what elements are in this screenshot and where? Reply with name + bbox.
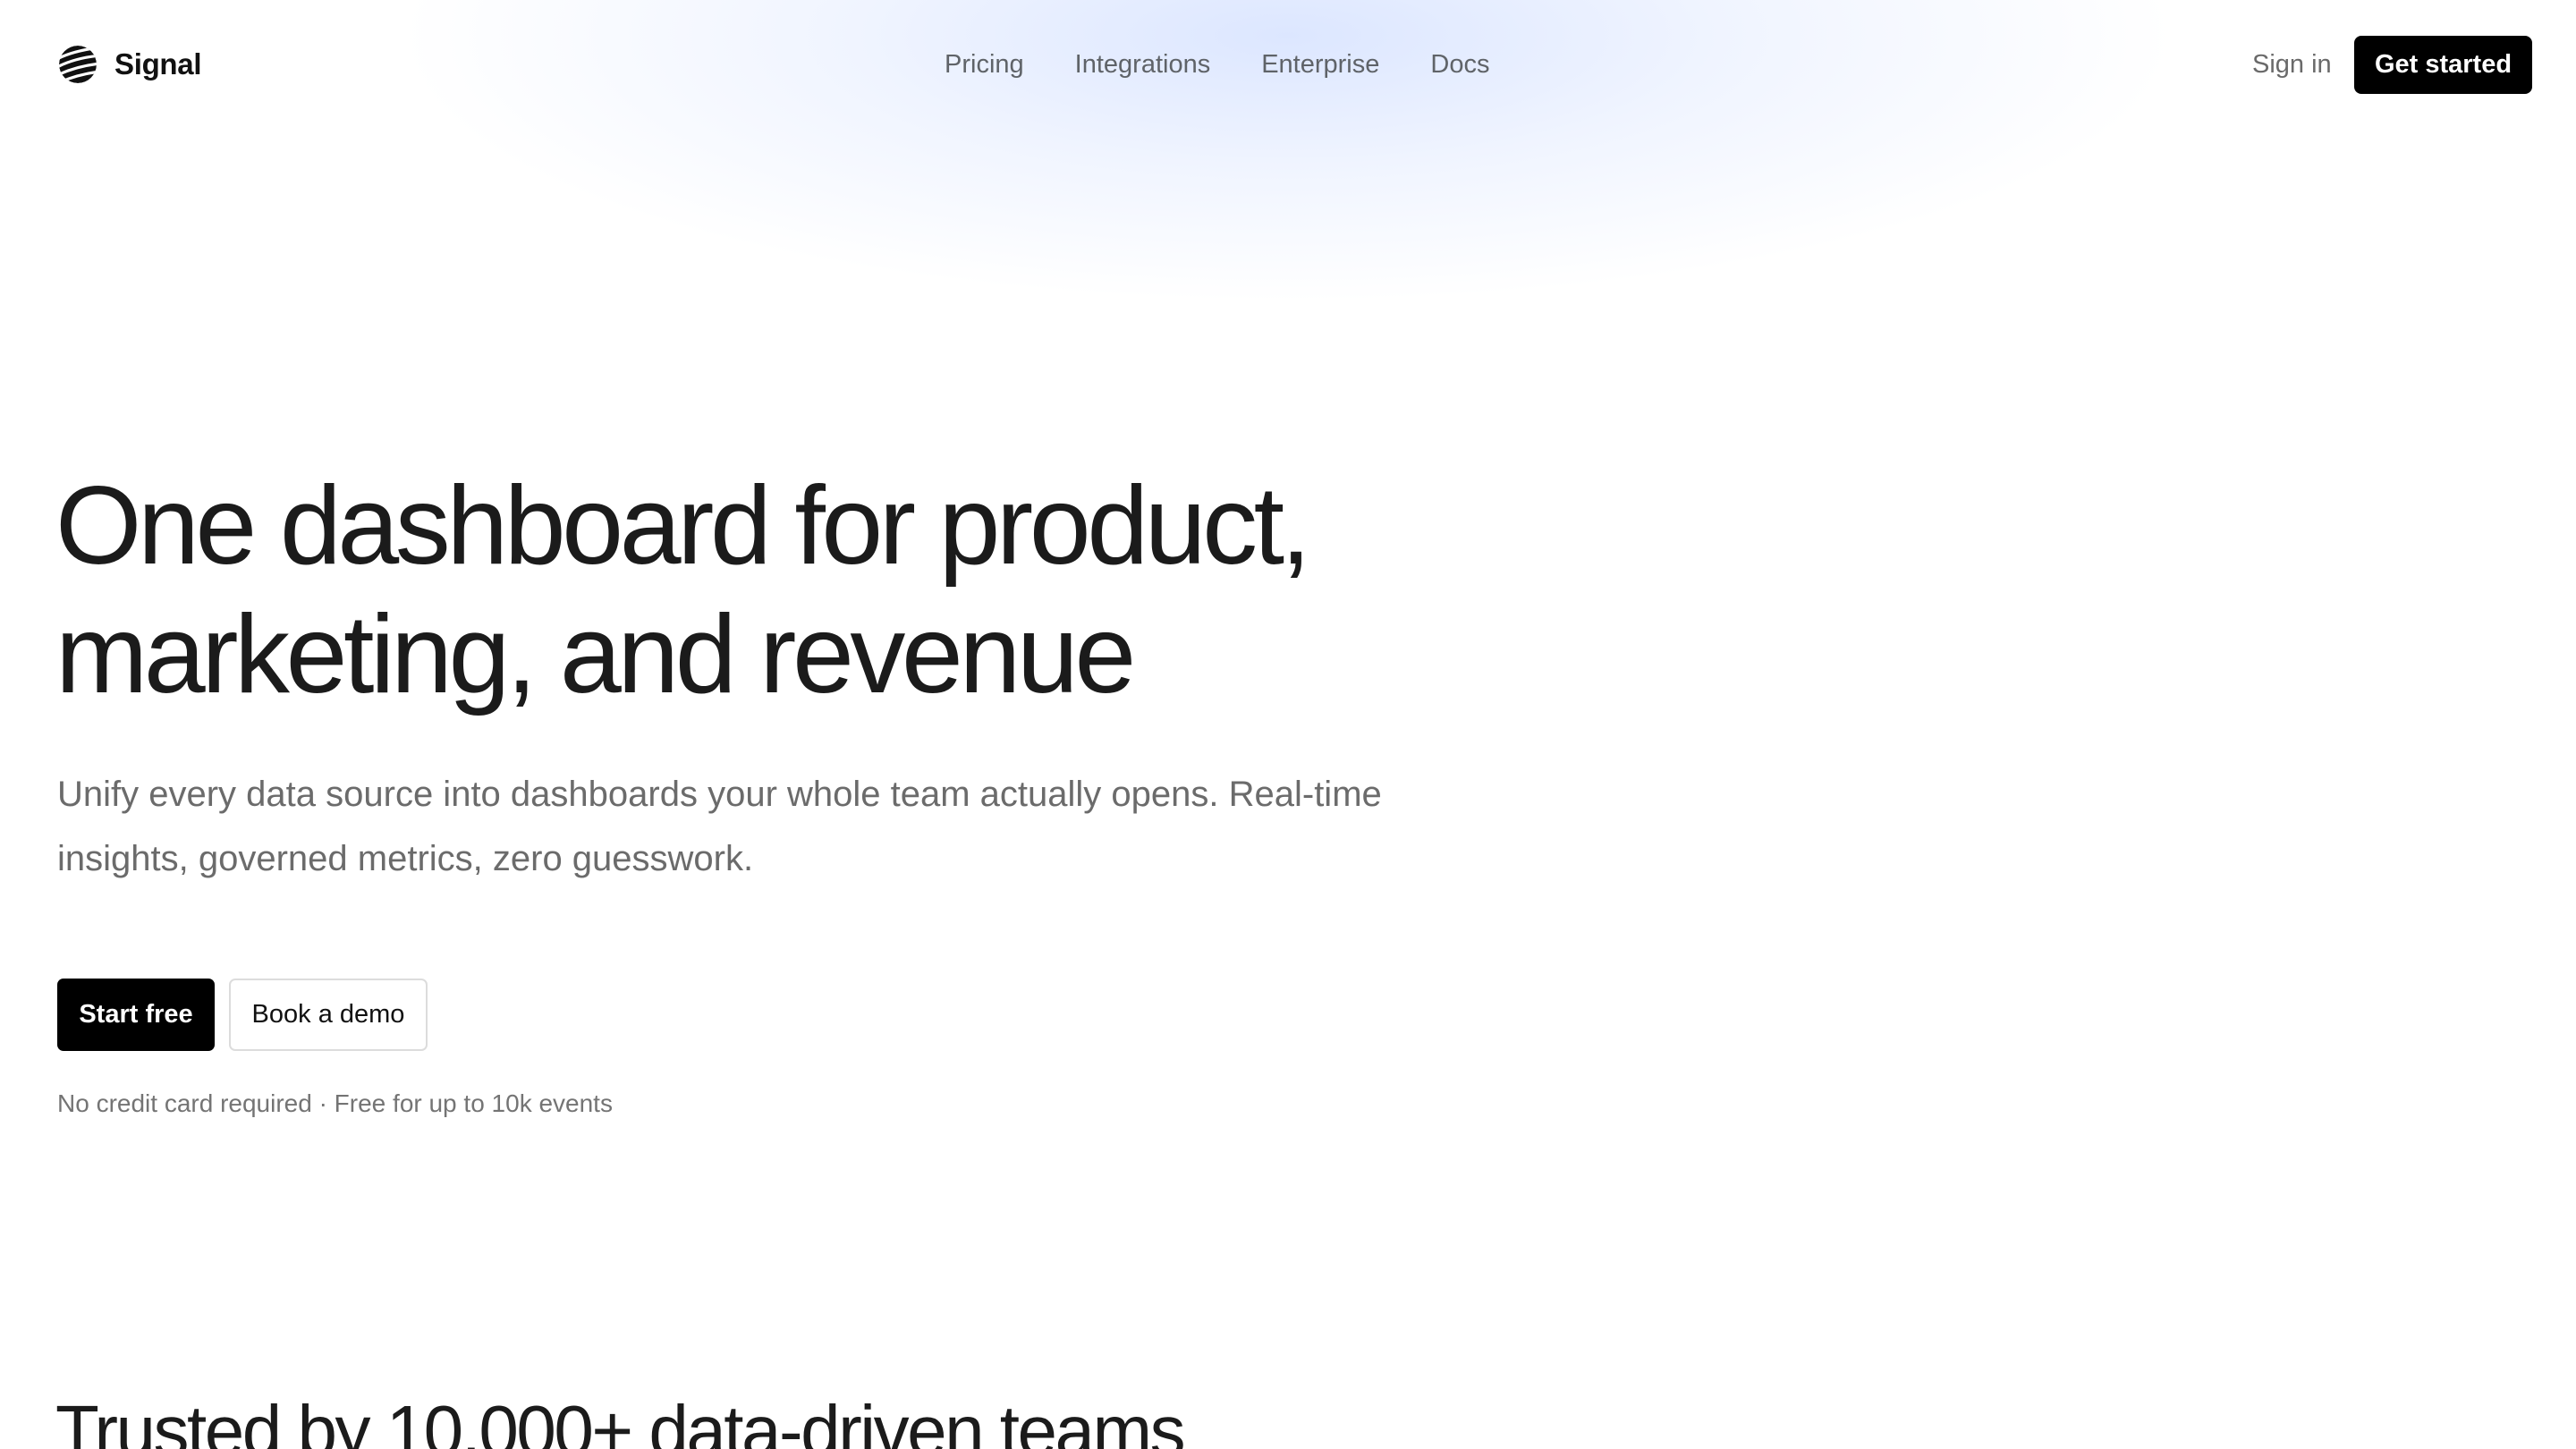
hero-cta-group: Start free Book a demo — [57, 979, 428, 1051]
hero-title: One dashboard for product, marketing, an… — [55, 462, 1576, 719]
striped-sphere-icon — [59, 46, 97, 83]
sign-in-link[interactable]: Sign in — [2252, 43, 2332, 86]
main-nav: Pricing Integrations Enterprise Docs — [945, 43, 1489, 86]
book-demo-button[interactable]: Book a demo — [229, 979, 428, 1051]
nav-link-integrations[interactable]: Integrations — [1075, 50, 1211, 80]
hero-title-line-1: One dashboard for product, — [55, 464, 1311, 588]
brand-name: Signal — [114, 47, 202, 80]
nav-link-enterprise[interactable]: Enterprise — [1261, 50, 1379, 80]
trusted-heading: Trusted by 10,000+ data-driven teams — [55, 1391, 1186, 1449]
hero-subtitle: Unify every data source into dashboards … — [57, 775, 1382, 878]
nav-link-pricing[interactable]: Pricing — [945, 50, 1024, 80]
start-free-button[interactable]: Start free — [57, 979, 215, 1051]
hero-title-line-2: marketing, and revenue — [55, 593, 1136, 716]
nav-link-docs[interactable]: Docs — [1430, 50, 1489, 80]
hero-note: No credit card required · Free for up to… — [57, 1089, 613, 1117]
get-started-button[interactable]: Get started — [2354, 36, 2532, 94]
landing-page: Signal Pricing Integrations Enterprise D… — [0, 0, 2576, 1449]
site-header: Signal Pricing Integrations Enterprise D… — [0, 0, 2576, 129]
brand-home-link[interactable]: Signal — [57, 43, 202, 86]
